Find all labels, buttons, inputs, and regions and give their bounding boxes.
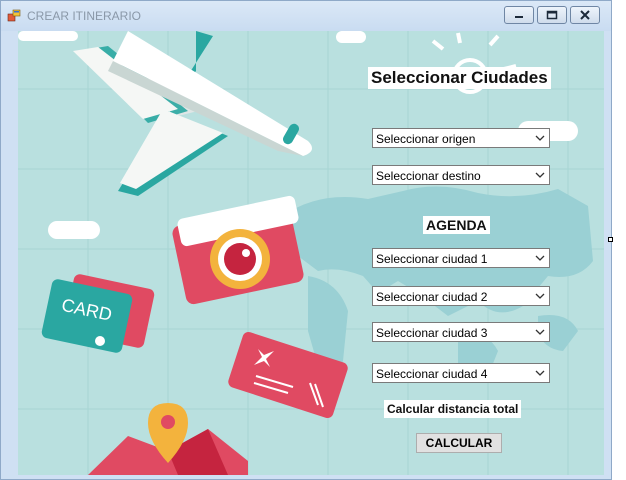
chevron-down-icon	[535, 172, 545, 178]
calculate-button[interactable]: CALCULAR	[416, 433, 502, 453]
city-4-select-value: Seleccionar ciudad 4	[376, 367, 488, 381]
total-distance-label: Calcular distancia total	[384, 400, 522, 418]
camera-graphic	[172, 195, 304, 305]
chevron-down-icon	[535, 135, 545, 141]
city-1-select-value: Seleccionar ciudad 1	[376, 252, 488, 266]
city-2-select-value: Seleccionar ciudad 2	[376, 290, 488, 304]
maximize-icon	[546, 10, 558, 20]
airplane-graphic	[73, 31, 312, 196]
chevron-down-icon	[535, 370, 545, 376]
city-3-select[interactable]: Seleccionar ciudad 3	[372, 322, 550, 342]
select-cities-heading: Seleccionar Ciudades	[368, 67, 551, 89]
agenda-heading: AGENDA	[423, 216, 490, 234]
minimize-button[interactable]	[504, 6, 534, 24]
close-button[interactable]	[570, 6, 600, 24]
title-bar[interactable]: CREAR ITINERARIO	[1, 1, 611, 31]
city-4-select[interactable]: Seleccionar ciudad 4	[372, 363, 550, 383]
chevron-down-icon	[535, 293, 545, 299]
city-1-select[interactable]: Seleccionar ciudad 1	[372, 248, 550, 268]
app-icon	[7, 9, 21, 22]
minimize-icon	[515, 16, 523, 18]
close-icon	[580, 10, 590, 20]
origin-select[interactable]: Seleccionar origen	[372, 128, 550, 148]
destination-select-value: Seleccionar destino	[376, 169, 481, 183]
credit-card-graphic: CARD	[41, 274, 155, 353]
city-3-select-value: Seleccionar ciudad 3	[376, 326, 488, 340]
maximize-button[interactable]	[537, 6, 567, 24]
map-pin-graphic	[88, 403, 248, 475]
chevron-down-icon	[535, 329, 545, 335]
city-2-select[interactable]: Seleccionar ciudad 2	[372, 286, 550, 306]
chevron-down-icon	[535, 255, 545, 261]
main-window: CREAR ITINERARIO CARD Seleccionar Ciudad…	[0, 0, 612, 480]
window-title: CREAR ITINERARIO	[27, 9, 142, 23]
resize-grip-handle[interactable]	[608, 237, 613, 242]
origin-select-value: Seleccionar origen	[376, 132, 476, 146]
destination-select[interactable]: Seleccionar destino	[372, 165, 550, 185]
form-client-area: CARD Seleccionar Ciudades Seleccionar or…	[18, 31, 604, 475]
